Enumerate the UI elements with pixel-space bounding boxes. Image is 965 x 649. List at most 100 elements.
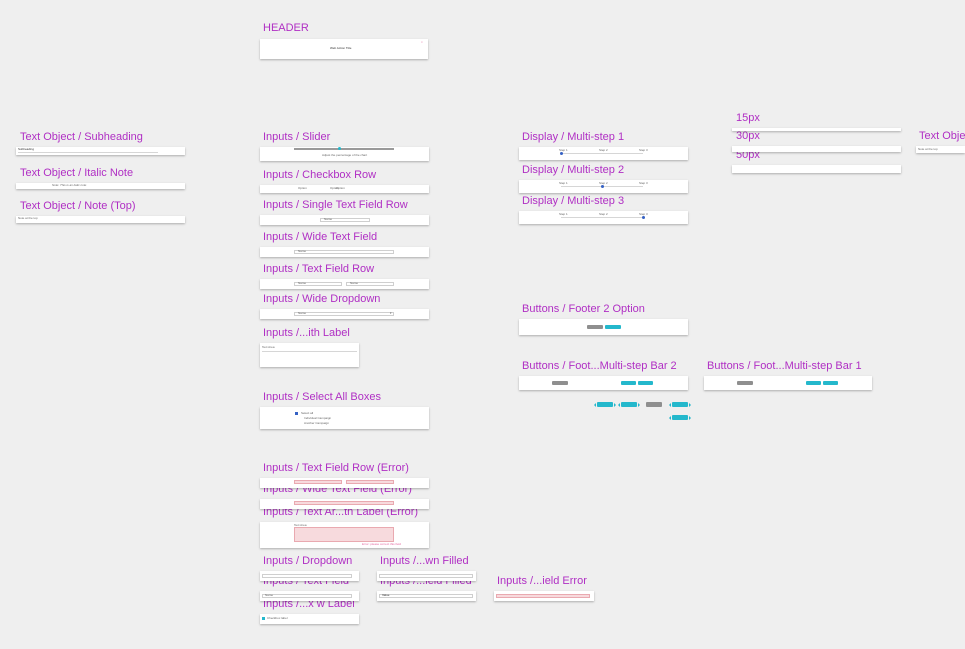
note-top-text: Note at the top [18, 216, 38, 220]
italic-note-artboard[interactable]: Note: This is an italic note [16, 183, 185, 189]
slider-artboard[interactable]: Adjust the percentage of the chart [260, 147, 429, 161]
slider-handle[interactable] [337, 147, 341, 150]
artboard-label-wide-text-field: Inputs / Wide Text Field [263, 231, 378, 243]
subheading-artboard[interactable]: Subheading [16, 147, 185, 155]
note-top-artboard[interactable]: Note at the top [16, 216, 185, 223]
error-text-field[interactable] [496, 594, 590, 598]
artboard-label-dropdown: Inputs / Dropdown [263, 555, 353, 567]
slider-track[interactable] [294, 148, 394, 150]
artboard-label-text-field-row: Inputs / Text Field Row [263, 263, 375, 275]
artboard-label-spacer-30: 30px [736, 130, 760, 142]
footer-ms1-prev-button[interactable] [806, 381, 821, 385]
arrow-button-gray[interactable] [646, 402, 662, 407]
slider-caption: Adjust the percentage of the chart [322, 153, 368, 157]
text-field[interactable] [262, 594, 352, 598]
sub-option-1[interactable]: Individual Campaign [304, 417, 331, 420]
select-all-label[interactable]: Select all [301, 412, 313, 415]
checkbox-option-3[interactable]: Option [336, 187, 345, 190]
wide-text-field[interactable] [294, 250, 394, 254]
field-filled-artboard[interactable]: Value [377, 591, 476, 601]
dropdown-filled-artboard[interactable] [377, 571, 476, 581]
artboard-label-dropdown-filled: Inputs /...wn Filled [380, 555, 469, 567]
wide-dropdown-artboard[interactable]: Name ▾ [260, 309, 429, 319]
multistep-2-progress-dot [601, 185, 604, 188]
footer-ms2-back-button[interactable] [552, 381, 568, 385]
artboard-label-spacer-15: 15px [736, 112, 760, 124]
text-area-box[interactable] [262, 351, 357, 352]
multistep-3-step-1: Step 1 [559, 212, 568, 216]
artboard-label-wide-dropdown: Inputs / Wide Dropdown [263, 293, 381, 305]
text-object-cut-text: Note at the top [918, 147, 938, 151]
text-area-with-label-artboard[interactable]: Text Area [260, 343, 359, 367]
footer-secondary-button[interactable] [587, 325, 603, 329]
footer-ms2-next-button[interactable] [638, 381, 653, 385]
text-field-right-error[interactable] [346, 480, 394, 484]
wide-text-field-error-artboard[interactable] [260, 499, 429, 509]
wide-text-field-error[interactable] [294, 501, 394, 505]
header-close-icon[interactable]: × [421, 41, 423, 44]
artboard-label-multistep-2: Display / Multi-step 2 [522, 164, 625, 176]
multistep-3-progress-dot [642, 216, 645, 219]
arrow-button-3[interactable] [669, 402, 691, 407]
wide-text-field-artboard[interactable]: Name [260, 247, 429, 257]
text-area-error[interactable] [294, 527, 394, 542]
text-field-left-placeholder: Name [298, 281, 307, 285]
checkbox-icon[interactable] [262, 617, 265, 620]
single-text-field-row-artboard[interactable]: Name [260, 215, 429, 225]
filled-text-field-value: Value [382, 593, 390, 597]
text-field-left-error[interactable] [294, 480, 342, 484]
multistep-1-step-3: Step 3 [639, 148, 648, 152]
checkbox-option-1[interactable]: Option [298, 187, 307, 190]
filled-text-field[interactable] [379, 594, 473, 598]
italic-note-text: Note: This is an italic note [52, 183, 87, 187]
footer-ms1-back-button[interactable] [737, 381, 753, 385]
arrow-button-1[interactable] [594, 402, 616, 407]
artboard-label-single-text-field-row: Inputs / Single Text Field Row [263, 199, 408, 211]
artboard-label-footer-multistep-1: Buttons / Foot...Multi-step Bar 1 [707, 360, 862, 372]
select-all-checkbox-icon[interactable] [295, 412, 298, 415]
checkbox-with-label-artboard[interactable]: Checkbox label [260, 614, 359, 624]
text-field-artboard[interactable]: Name [260, 591, 359, 601]
artboard-label-select-all-boxes: Inputs / Select All Boxes [263, 391, 382, 403]
artboard-label-field-error: Inputs /...ield Error [497, 575, 587, 587]
text-area-error-artboard[interactable]: Text Area Error: please correct this fie… [260, 522, 429, 548]
footer-ms2-prev-button[interactable] [621, 381, 636, 385]
multistep-1-step-2: Step 2 [599, 148, 608, 152]
text-area-error-hint: Error: please correct this field [362, 542, 402, 546]
checkbox-row-artboard[interactable]: Option Option Option [260, 185, 429, 193]
artboard-label-subheading: Text Object / Subheading [20, 131, 143, 143]
subheading-text: Subheading [18, 147, 35, 151]
artboard-label-header: HEADER [263, 22, 309, 34]
dropdown-filled-field[interactable] [379, 574, 473, 578]
text-field-row-artboard[interactable]: Name Name [260, 279, 429, 289]
artboard-label-slider: Inputs / Slider [263, 131, 331, 143]
text-object-cut-artboard: Note at the top [916, 146, 965, 153]
artboard-label-footer-multistep-2: Buttons / Foot...Multi-step Bar 2 [522, 360, 677, 372]
wide-dropdown[interactable] [294, 312, 394, 316]
artboard-label-multistep-3: Display / Multi-step 3 [522, 195, 625, 207]
checkbox-label: Checkbox label [267, 616, 288, 620]
spacer-15px [732, 128, 901, 131]
multistep-2-artboard: Step 1 Step 2 Step 3 [519, 180, 688, 193]
artboard-label-multistep-1: Display / Multi-step 1 [522, 131, 625, 143]
sub-option-2[interactable]: Another Campaign [304, 422, 329, 425]
single-text-field-placeholder: Name [324, 217, 333, 221]
field-error-artboard[interactable] [494, 591, 594, 601]
footer-multistep-1-artboard [704, 376, 872, 390]
dropdown-artboard[interactable] [260, 571, 359, 581]
header-artboard[interactable]: Web Action Title × [260, 39, 428, 59]
multistep-3-step-2: Step 2 [599, 212, 608, 216]
multistep-1-track [561, 153, 643, 154]
footer-primary-button[interactable] [605, 325, 621, 329]
text-field-row-error-artboard[interactable] [260, 478, 429, 488]
arrow-button-4[interactable] [669, 415, 691, 420]
footer-ms1-next-button[interactable] [823, 381, 838, 385]
arrow-button-2[interactable] [618, 402, 640, 407]
subheading-underline [18, 152, 158, 153]
multistep-3-track [561, 217, 643, 218]
multistep-2-step-3: Step 3 [639, 181, 648, 185]
wide-text-field-placeholder: Name [298, 249, 307, 253]
chevron-down-icon: ▾ [390, 311, 392, 315]
select-all-boxes-artboard[interactable]: Select all Individual Campaign Another C… [260, 407, 429, 429]
dropdown-field[interactable] [262, 574, 352, 578]
